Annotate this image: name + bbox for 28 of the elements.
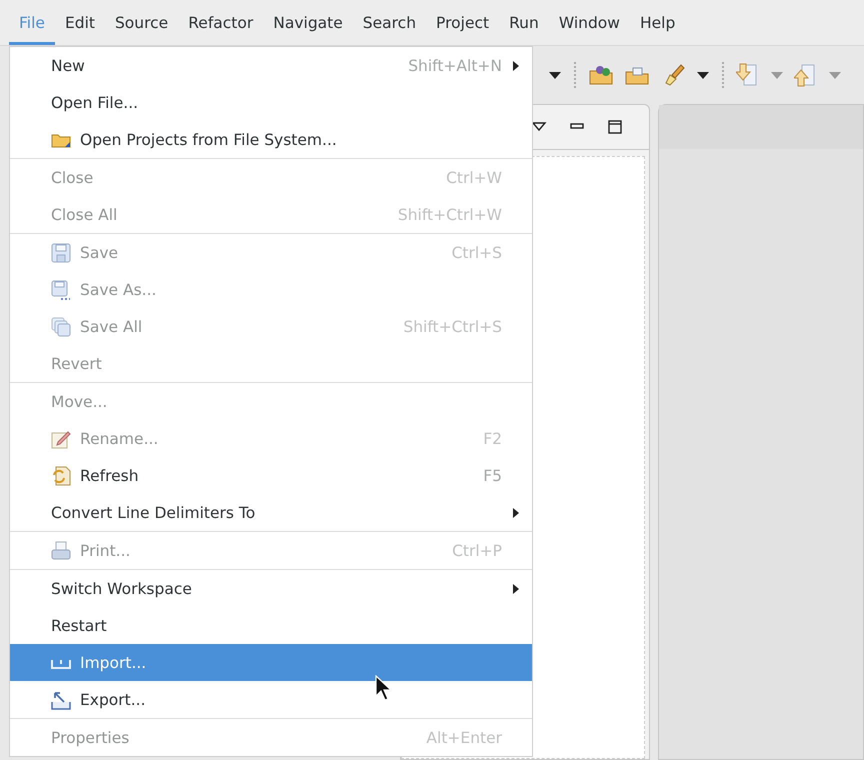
maximize-icon[interactable] xyxy=(607,119,623,135)
pencil-icon xyxy=(51,428,71,448)
menu-bar-item[interactable]: Help xyxy=(630,0,686,45)
menu-bar-item[interactable]: Edit xyxy=(54,0,105,45)
menu-item[interactable]: Refresh F5 xyxy=(10,457,532,494)
stacked-disks-icon xyxy=(51,316,71,336)
caret-icon[interactable] xyxy=(548,70,562,80)
menu-item[interactable]: Open Projects from File System... xyxy=(10,121,532,158)
menu-item[interactable]: Open File... xyxy=(10,84,532,121)
menu-item[interactable]: Restart xyxy=(10,607,532,644)
menu-bar-item[interactable]: Window xyxy=(548,0,630,45)
menu-bar-item[interactable]: Project xyxy=(426,0,500,45)
menu-item[interactable]: Convert Line Delimiters To xyxy=(10,494,532,531)
floppy-disk-icon xyxy=(51,280,71,300)
menu-bar-item[interactable]: Navigate xyxy=(263,0,353,45)
menu-item[interactable]: Switch Workspace xyxy=(10,570,532,607)
caret-icon[interactable] xyxy=(696,70,710,80)
export-icon xyxy=(51,690,71,710)
printer-icon xyxy=(51,540,71,560)
folder-icon[interactable] xyxy=(588,63,614,87)
menu-bar-item[interactable]: Run xyxy=(499,0,549,45)
menu-item[interactable]: New Shift+Alt+N xyxy=(10,47,532,84)
menu-item[interactable]: Export... xyxy=(10,681,532,718)
menu-bar-item[interactable]: Source xyxy=(104,0,178,45)
view-menu-icon[interactable] xyxy=(531,121,547,133)
menu-bar-item[interactable]: Search xyxy=(352,0,426,45)
menu-bar-item[interactable]: Refactor xyxy=(178,0,264,45)
refresh-icon xyxy=(51,466,71,486)
